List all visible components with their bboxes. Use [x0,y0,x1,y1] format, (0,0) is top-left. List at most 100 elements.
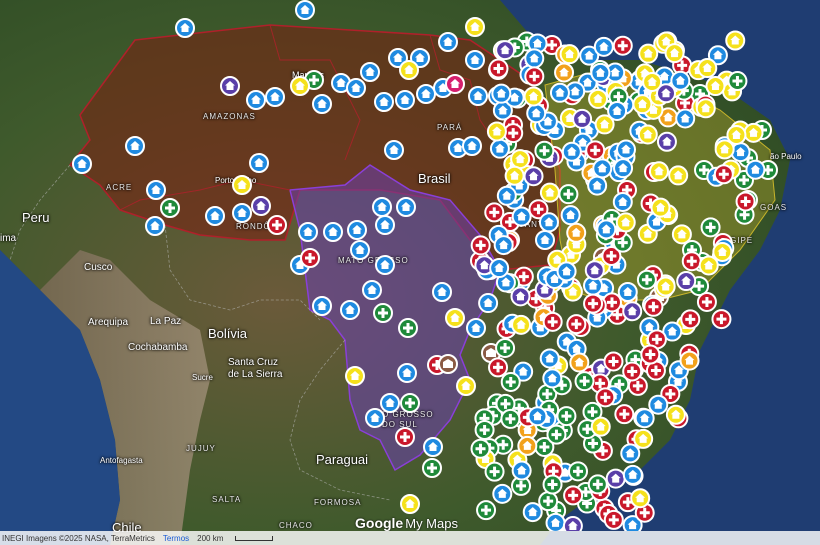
blue-house-icon-marker[interactable] [524,48,545,69]
blue-house-icon-marker[interactable] [350,240,370,260]
blue-house-icon-marker[interactable] [538,212,559,233]
green-plus-icon-marker[interactable] [574,371,595,392]
yellow-house-icon-marker[interactable] [638,43,659,64]
yellow-house-icon-marker[interactable] [588,88,609,109]
yellow-house-icon-marker[interactable] [510,149,531,170]
yellow-house-icon-marker[interactable] [650,197,671,218]
blue-house-icon-marker[interactable] [612,191,633,212]
blue-house-icon-marker[interactable] [535,230,555,250]
blue-house-icon-marker[interactable] [232,203,252,223]
yellow-house-icon-marker[interactable] [698,255,719,276]
blue-house-icon-marker[interactable] [489,258,510,279]
yellow-house-icon-marker[interactable] [633,428,654,449]
yellow-house-icon-marker[interactable] [615,212,636,233]
blue-house-icon-marker[interactable] [380,393,400,413]
green-plus-icon-marker[interactable] [546,424,567,445]
blue-house-icon-marker[interactable] [622,464,643,485]
blue-house-icon-marker[interactable] [526,103,547,124]
blue-house-icon-marker[interactable] [596,219,617,240]
green-plus-icon-marker[interactable] [476,500,497,521]
blue-house-icon-marker[interactable] [561,141,582,162]
green-plus-icon-marker[interactable] [700,217,721,238]
green-plus-icon-marker[interactable] [422,458,442,478]
blue-house-icon-marker[interactable] [492,483,513,504]
blue-house-icon-marker[interactable] [465,50,485,70]
red-plus-icon-marker[interactable] [713,164,734,185]
yellow-house-icon-marker[interactable] [705,76,726,97]
blue-house-icon-marker[interactable] [146,180,166,200]
green-plus-icon-marker[interactable] [160,198,180,218]
blue-house-icon-marker[interactable] [462,136,482,156]
blue-house-icon-marker[interactable] [375,255,395,275]
brown-building-icon-marker[interactable] [438,354,458,374]
red-plus-icon-marker[interactable] [395,427,415,447]
red-plus-icon-marker[interactable] [681,251,702,272]
yellow-house-icon-marker[interactable] [590,416,611,437]
blue-house-icon-marker[interactable] [312,296,332,316]
yellow-house-icon-marker[interactable] [637,124,658,145]
yellow-house-icon-marker[interactable] [725,30,746,51]
red-plus-icon-marker[interactable] [300,248,320,268]
yellow-house-icon-marker[interactable] [465,17,485,37]
purple-house-icon-marker[interactable] [251,196,271,216]
blue-house-icon-marker[interactable] [592,158,613,179]
red-plus-icon-marker[interactable] [640,344,661,365]
blue-house-icon-marker[interactable] [175,18,195,38]
pink-house-icon-marker[interactable] [445,74,465,94]
blue-house-icon-marker[interactable] [312,94,332,114]
green-plus-icon-marker[interactable] [538,491,559,512]
terms-link[interactable]: Termos [163,534,189,543]
blue-house-icon-marker[interactable] [675,108,696,129]
green-plus-icon-marker[interactable] [534,140,555,161]
yellow-house-icon-marker[interactable] [697,58,718,79]
yellow-house-icon-marker[interactable] [648,161,669,182]
green-plus-icon-marker[interactable] [542,474,563,495]
yellow-house-icon-marker[interactable] [539,182,560,203]
yellow-house-icon-marker[interactable] [232,175,252,195]
purple-house-icon-marker[interactable] [584,260,605,281]
yellow-house-icon-marker[interactable] [712,241,733,262]
yellow-house-icon-marker[interactable] [559,44,580,65]
yellow-house-icon-marker[interactable] [345,366,365,386]
purple-house-icon-marker[interactable] [605,468,626,489]
blue-house-icon-marker[interactable] [634,408,655,429]
blue-house-icon-marker[interactable] [298,222,318,242]
green-plus-icon-marker[interactable] [373,303,393,323]
blue-house-icon-marker[interactable] [670,70,691,91]
blue-house-icon-marker[interactable] [527,406,548,427]
red-plus-icon-marker[interactable] [711,309,732,330]
green-plus-icon-marker[interactable] [636,269,657,290]
yellow-house-icon-marker[interactable] [668,165,689,186]
red-plus-icon-marker[interactable] [267,215,287,235]
green-plus-icon-marker[interactable] [495,337,516,358]
blue-house-icon-marker[interactable] [511,206,532,227]
orange-house-icon-marker[interactable] [566,222,587,243]
blue-house-icon-marker[interactable] [374,92,394,112]
blue-house-icon-marker[interactable] [384,140,404,160]
blue-house-icon-marker[interactable] [362,280,382,300]
yellow-house-icon-marker[interactable] [511,314,532,335]
purple-house-icon-marker[interactable] [572,108,593,129]
green-plus-icon-marker[interactable] [400,393,420,413]
blue-house-icon-marker[interactable] [365,408,385,428]
yellow-house-icon-marker[interactable] [630,488,651,509]
yellow-house-icon-marker[interactable] [486,121,507,142]
blue-house-icon-marker[interactable] [522,502,543,523]
blue-house-icon-marker[interactable] [372,197,392,217]
red-plus-icon-marker[interactable] [524,66,545,87]
blue-house-icon-marker[interactable] [648,394,669,415]
blue-house-icon-marker[interactable] [396,197,416,217]
blue-house-icon-marker[interactable] [423,437,443,457]
blue-house-icon-marker[interactable] [616,139,637,160]
blue-house-icon-marker[interactable] [556,261,577,282]
blue-house-icon-marker[interactable] [360,62,380,82]
orange-house-icon-marker[interactable] [569,352,590,373]
green-plus-icon-marker[interactable] [568,461,589,482]
blue-house-icon-marker[interactable] [496,185,517,206]
green-plus-icon-marker[interactable] [398,318,418,338]
blue-house-icon-marker[interactable] [346,78,366,98]
blue-house-icon-marker[interactable] [587,175,608,196]
red-plus-icon-marker[interactable] [484,202,505,223]
yellow-house-icon-marker[interactable] [665,404,686,425]
blue-house-icon-marker[interactable] [617,281,638,302]
